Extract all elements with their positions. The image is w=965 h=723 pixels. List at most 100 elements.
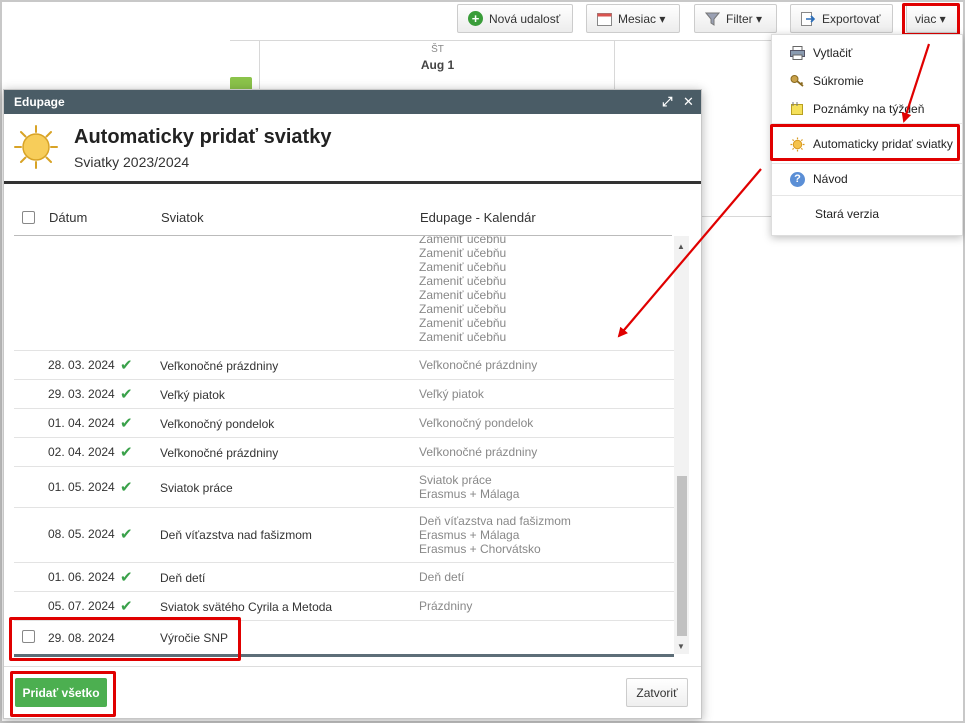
added-check-icon: ✔	[120, 444, 133, 461]
calendar-events: Veľkonočné prázdniny	[419, 358, 537, 372]
calendar-events: Veľký piatok	[419, 387, 484, 401]
table-row: 28. 03. 2024 ✔ Veľkonočné prázdniny Veľk…	[14, 351, 674, 380]
calendar-event-chip[interactable]	[230, 77, 252, 89]
menu-item-old-version[interactable]: Stará verzia	[772, 200, 962, 228]
maximize-icon[interactable]: ⤢	[662, 94, 672, 110]
month-view-label: Mesiac ▾	[618, 11, 666, 26]
calendar-event: Zameniť učebňu	[419, 302, 507, 316]
calendar-event: Zameniť učebňu	[419, 274, 507, 288]
column-header-calendar: Edupage - Kalendár	[420, 210, 536, 225]
holiday-name: Veľkonočné prázdniny	[160, 446, 279, 460]
highlight-add-all	[10, 671, 116, 717]
dialog-window-title: Edupage	[14, 95, 65, 109]
added-check-icon: ✔	[120, 415, 133, 432]
calendar-event: Zameniť učebňu	[419, 246, 507, 260]
plus-icon: +	[468, 11, 483, 26]
funnel-icon	[705, 12, 720, 26]
note-icon	[791, 102, 803, 115]
table-row: 02. 04. 2024 ✔ Veľkonočné prázdniny Veľk…	[14, 438, 674, 467]
scrollbar-thumb[interactable]	[677, 476, 687, 636]
menu-item-help[interactable]: ? Návod	[772, 165, 962, 193]
menu-separator	[772, 195, 962, 196]
calendar-events: Deň detí	[419, 570, 464, 584]
calendar-event: Deň víťazstva nad fašizmom	[419, 514, 571, 528]
menu-item-label: Súkromie	[813, 74, 864, 88]
menu-item-label: Stará verzia	[815, 207, 880, 221]
help-icon: ?	[790, 171, 805, 187]
calendar-grid-line	[702, 216, 772, 217]
calendar-events: Veľkonočný pondelok	[419, 416, 533, 430]
scroll-up-arrow[interactable]: ▲	[677, 242, 685, 251]
calendar-event: Prázdniny	[419, 599, 473, 613]
menu-item-label: Poznámky na týždeň	[813, 102, 925, 116]
holiday-name: Deň detí	[160, 571, 206, 585]
menu-separator	[772, 163, 962, 164]
table-row: 01. 04. 2024 ✔ Veľkonočný pondelok Veľko…	[14, 409, 674, 438]
holiday-date: 01. 05. 2024	[48, 480, 115, 494]
list-scrollbar[interactable]: ▲ ▼	[674, 236, 689, 654]
calendar-day-abbr: ŠT	[431, 44, 444, 55]
menu-item-label: Vytlačiť	[813, 46, 853, 60]
holiday-date: 01. 06. 2024	[48, 570, 115, 584]
new-event-label: Nová udalosť	[489, 11, 561, 26]
table-row: 01. 06. 2024 ✔ Deň detí Deň detí	[14, 563, 674, 592]
dialog-header: Automaticky pridať sviatky Sviatky 2023/…	[4, 114, 701, 184]
holiday-date: 08. 05. 2024	[48, 527, 115, 541]
calendar-icon	[597, 12, 612, 26]
dialog-subheading: Sviatky 2023/2024	[74, 154, 190, 170]
calendar-event: Zameniť učebňu	[419, 236, 507, 246]
holiday-date: 05. 07. 2024	[48, 599, 115, 613]
calendar-events: Veľkonočné prázdniny	[419, 445, 537, 459]
menu-item-label: Návod	[813, 172, 848, 186]
footer-divider	[4, 666, 701, 667]
dialog-heading: Automaticky pridať sviatky	[74, 126, 332, 148]
added-check-icon: ✔	[120, 386, 133, 403]
calendar-event: Sviatok práce	[419, 473, 492, 487]
filter-button[interactable]: Filter ▾	[694, 4, 777, 33]
sun-icon	[14, 125, 58, 169]
calendar-event: Zameniť učebňu	[419, 330, 507, 344]
holiday-list: Zameniť učebňu Zameniť učebňu Zameniť uč…	[14, 236, 674, 654]
calendar-event: Erasmus + Chorvátsko	[419, 542, 541, 556]
holiday-date: 28. 03. 2024	[48, 358, 115, 372]
holiday-date: 01. 04. 2024	[48, 416, 115, 430]
printer-icon	[790, 46, 805, 60]
calendar-grid-line	[259, 40, 260, 90]
calendar-event: Deň detí	[419, 570, 465, 584]
close-icon[interactable]: ✕	[683, 94, 694, 110]
added-check-icon: ✔	[120, 598, 133, 615]
holiday-date: 29. 03. 2024	[48, 387, 115, 401]
export-button[interactable]: Exportovať	[790, 4, 893, 33]
added-check-icon: ✔	[120, 479, 133, 496]
table-row: 29. 03. 2024 ✔ Veľký piatok Veľký piatok	[14, 380, 674, 409]
export-icon	[801, 11, 816, 26]
calendar-event: Veľkonočný pondelok	[419, 416, 534, 430]
select-all-checkbox[interactable]	[22, 211, 35, 224]
calendar-event: Erasmus + Málaga	[419, 487, 520, 501]
calendar-event: Zameniť učebňu	[419, 260, 507, 274]
table-row: 01. 05. 2024 ✔ Sviatok práce Sviatok prá…	[14, 467, 674, 508]
holiday-name: Sviatok svätého Cyrila a Metoda	[160, 600, 333, 614]
new-event-button[interactable]: + Nová udalosť	[457, 4, 573, 33]
table-row: 08. 05. 2024 ✔ Deň víťazstva nad fašizmo…	[14, 508, 674, 563]
column-header-date: Dátum	[49, 210, 88, 225]
close-button[interactable]: Zatvoriť	[626, 678, 688, 707]
table-row: Zameniť učebňu Zameniť učebňu Zameniť uč…	[14, 236, 674, 351]
column-header-holiday: Sviatok	[161, 210, 204, 225]
calendar-events: Zameniť učebňu Zameniť učebňu Zameniť uč…	[419, 236, 506, 344]
month-view-button[interactable]: Mesiac ▾	[586, 4, 680, 33]
highlight-auto-add-holidays	[770, 124, 960, 161]
calendar-event: Zameniť učebňu	[419, 288, 507, 302]
holiday-name: Sviatok práce	[160, 481, 233, 495]
menu-item-weekly-notes[interactable]: Poznámky na týždeň	[772, 95, 962, 123]
calendar-events: Deň víťazstva nad fašizmom Erasmus + Mál…	[419, 514, 571, 556]
added-check-icon: ✔	[120, 357, 133, 374]
holiday-name: Deň víťazstva nad fašizmom	[160, 528, 312, 542]
export-label: Exportovať	[822, 11, 881, 26]
scroll-down-arrow[interactable]: ▼	[677, 642, 685, 651]
menu-item-print[interactable]: Vytlačiť	[772, 39, 962, 67]
calendar-day-header: ŠT Aug 1	[400, 44, 475, 72]
calendar-events: Prázdniny	[419, 599, 472, 613]
menu-item-privacy[interactable]: Súkromie	[772, 67, 962, 95]
calendar-event: Veľkonočné prázdniny	[419, 445, 538, 459]
